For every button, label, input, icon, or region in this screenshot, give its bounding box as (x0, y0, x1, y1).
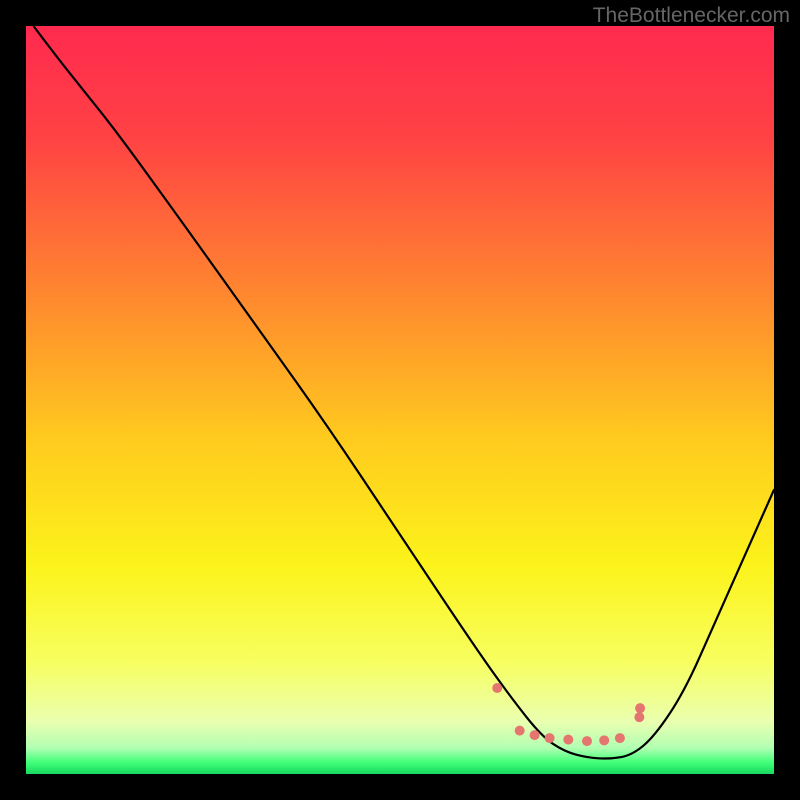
marker-point (492, 683, 502, 693)
marker-point (599, 735, 609, 745)
watermark-text: TheBottlenecker.com (593, 4, 790, 28)
marker-point (515, 726, 525, 736)
marker-point (530, 730, 540, 740)
gradient-background (26, 26, 774, 774)
marker-point (634, 712, 644, 722)
chart-plot (26, 26, 774, 774)
marker-point (563, 735, 573, 745)
marker-point (582, 736, 592, 746)
chart-container: TheBottlenecker.com (0, 0, 800, 800)
marker-point (615, 733, 625, 743)
marker-point (635, 703, 645, 713)
marker-point (545, 733, 555, 743)
